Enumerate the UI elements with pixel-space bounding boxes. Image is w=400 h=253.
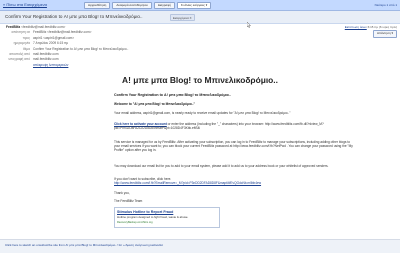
unsubscribe-link[interactable]: http://www.feedblitz.com/f.fb?EmailRemov…: [114, 181, 354, 185]
email-paragraph-4: You may download our email list for you …: [114, 164, 329, 168]
reply-to-value: FeedBlitz <feedblitz@mail.feedblitz.com>: [33, 30, 92, 35]
signature-text: The FeedBlitz Team: [114, 199, 143, 203]
message-subject: Confirm Your Registration to Α! μπε μπα …: [5, 14, 143, 19]
date-value: 7 Απριλίου 2009 6:15 πμ: [33, 41, 69, 46]
subject-bar: Confirm Your Registration to Α! μπε μπα …: [0, 11, 400, 24]
delete-button[interactable]: Διαγραφή: [153, 1, 175, 9]
inbox-label-badge[interactable]: Εισερχόμενα X: [170, 14, 195, 22]
to-value: aspiri1 <aspiri1@gmail.com>: [33, 35, 75, 40]
toolbar-buttons: Αρχειοθέτηση Αναφορά ανεπιθύμητου Διαγρα…: [84, 1, 212, 9]
email-paragraph-2: Click here to activate your account or e…: [114, 122, 354, 130]
footer-bar: Click here to sketch an unsubscribe site…: [0, 239, 400, 253]
mailed-by-value: mail.feedblitz.com: [33, 52, 59, 57]
email-paragraph-5: If you don't want to subscribe, click he…: [114, 177, 354, 185]
subject-value: Confirm Your Registration to Α! μπε μπα …: [33, 46, 129, 51]
ad-title-link[interactable]: Stimulus Hotline to Report Fraud: [117, 210, 173, 214]
sender-email: <feedblitz@mail.feedblitz.com>: [21, 25, 66, 29]
sponsored-ad-box[interactable]: Stimulus Hotline to Report Fraud Hotline…: [114, 207, 220, 228]
footer-link[interactable]: Click here to sketch an unsubscribe site…: [5, 243, 163, 247]
mouse-cursor-icon: [247, 22, 251, 28]
back-to-inbox-link[interactable]: « Πίσω στα Εισερχόμενα: [3, 2, 47, 7]
archive-button[interactable]: Αρχειοθέτηση: [84, 1, 111, 9]
email-paragraph-1: Your email address, aspiri1@gmail.com, i…: [114, 111, 291, 115]
more-actions-select[interactable]: Κι άλλες ενέργειες ▾: [176, 1, 212, 9]
confirm-heading: Confirm Your Registration to Α! μπε μπα …: [114, 93, 231, 97]
email-big-title: Α! μπε μπα Blog! το Μπινελικοδρόμιο..: [122, 75, 278, 85]
print-all-link[interactable]: Εκτύπωση όλων: [345, 25, 367, 29]
sender-name[interactable]: FeedBlitz: [6, 25, 20, 29]
message-actions-right: Εκτύπωση όλων 6:15 πμ (6 ώρες πριν): [345, 25, 397, 29]
signed-by-value: mail.feedblitz.com: [33, 57, 59, 62]
welcome-text: Welcome to "Α! μπε μπα Blog! το Μπινελικ…: [114, 102, 196, 106]
email-paragraph-3: This service is managed for us by FeedBl…: [114, 140, 353, 153]
message-header-details: FeedBlitz <feedblitz@mail.feedblitz.com>…: [6, 25, 128, 68]
thanks-text: Thank you,: [114, 191, 130, 195]
report-spam-button[interactable]: Αναφορά ανεπιθύμητου: [112, 1, 152, 9]
toolbar: « Πίσω στα Εισερχόμενα Αρχειοθέτηση Αναφ…: [0, 0, 400, 11]
ad-description: Hotline program designed to fight fraud,…: [117, 215, 189, 219]
hide-details-link[interactable]: απόκρυψη λεπτομερειών: [33, 63, 68, 67]
message-date-info: 6:15 πμ (6 ώρες πριν): [367, 25, 397, 29]
pager-text: Νεότερο 1 από 1: [374, 2, 397, 7]
reply-button[interactable]: Απάντηση ▾: [373, 30, 397, 38]
ad-url[interactable]: RecoveryBackup.com/Stim.org: [117, 221, 153, 224]
